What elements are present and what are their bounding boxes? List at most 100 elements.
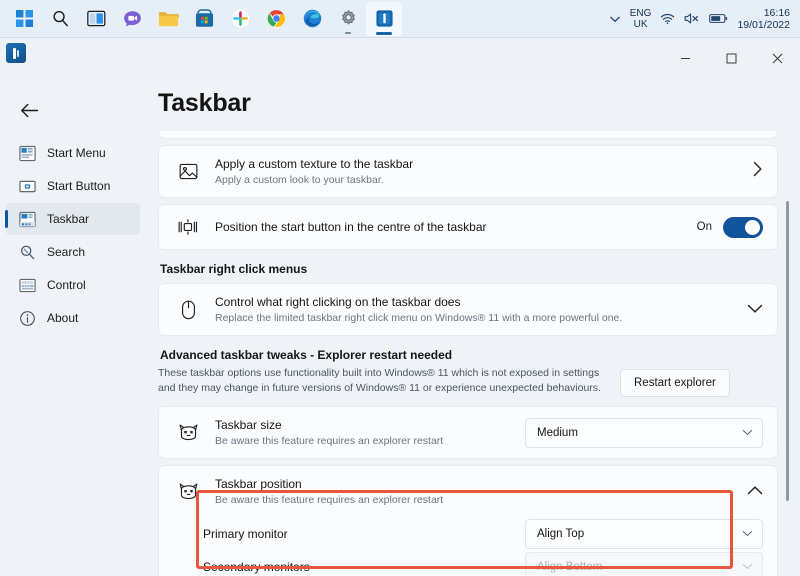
clipped-card-above[interactable] (158, 131, 778, 139)
tray-time: 16:16 (763, 6, 790, 19)
taskbar-search-button[interactable] (42, 2, 78, 36)
explorer-patcher-icon (375, 10, 393, 27)
center-start-text: Position the start button in the centre … (203, 219, 697, 235)
start-menu-icon (18, 144, 36, 162)
chevron-right-icon[interactable] (752, 161, 763, 182)
taskbar-explorer-patcher-button[interactable] (366, 1, 402, 36)
right-click-menu-text: Control what right clicking on the taskb… (203, 294, 747, 325)
card-title: Taskbar size (215, 418, 282, 432)
sidebar-item-taskbar[interactable]: Taskbar (5, 203, 140, 235)
card-subtitle: Be aware this feature requires an explor… (215, 494, 444, 506)
folder-icon (158, 11, 179, 26)
task-view-icon (86, 10, 105, 27)
start-button-icon (18, 177, 36, 195)
taskbar-pinned-items (0, 1, 402, 36)
custom-texture-actions (752, 161, 763, 182)
taskbar-position-actions (747, 483, 763, 501)
taskbar-start-button[interactable] (6, 2, 42, 36)
content-scrollbar[interactable] (786, 201, 789, 570)
close-icon (772, 53, 782, 63)
taskbar-position-rows: Primary monitor Align Top Secondary moni… (159, 517, 777, 576)
select-value: Align Top (537, 527, 585, 540)
primary-monitor-select[interactable]: Align Top (525, 518, 763, 549)
tray-wifi-button[interactable] (660, 13, 675, 25)
window-body: Start Menu Start Button Taskbar Search C… (0, 83, 800, 576)
app-logo-bar-secondary (17, 49, 19, 57)
window-app-icon (6, 43, 26, 63)
settings-scroll-area[interactable]: Apply a custom texture to the taskbar Ap… (148, 131, 800, 576)
taskbar-chat-button[interactable] (114, 2, 150, 36)
maximize-button[interactable] (708, 38, 754, 78)
taskbar-microsoft-store-button[interactable] (186, 2, 222, 36)
image-icon (173, 162, 203, 181)
chat-icon (123, 10, 141, 26)
sidebar: Start Menu Start Button Taskbar Search C… (0, 83, 148, 576)
custom-texture-card[interactable]: Apply a custom texture to the taskbar Ap… (158, 145, 778, 198)
secondary-monitors-label: Secondary monitors (203, 559, 310, 574)
window-titlebar[interactable] (0, 38, 800, 83)
taskbar-size-select[interactable]: Medium (525, 417, 763, 448)
minimize-button[interactable] (662, 38, 708, 78)
sidebar-item-label: Start Button (47, 179, 111, 193)
taskbar-chrome-button[interactable] (258, 2, 294, 36)
sidebar-item-control[interactable]: Control (6, 269, 140, 301)
sidebar-item-start-button[interactable]: Start Button (6, 170, 140, 202)
tray-language-top: ENG (629, 7, 652, 19)
main-content: Taskbar Apply a custom texture to the ta… (148, 83, 800, 576)
control-icon (18, 276, 36, 294)
align-center-icon (173, 218, 203, 236)
chevron-up-icon[interactable] (747, 483, 763, 501)
tray-battery-button[interactable] (709, 13, 728, 24)
restart-explorer-button[interactable]: Restart explorer (620, 369, 730, 397)
center-start-toggle[interactable] (723, 216, 763, 238)
taskbar-position-text: Taskbar position Be aware this feature r… (203, 476, 747, 507)
system-tray: ENG UK 16:16 19/01/2022 (609, 7, 800, 31)
search-icon (52, 10, 68, 27)
taskbar-slack-button[interactable] (222, 2, 258, 36)
card-title: Apply a custom texture to the taskbar (215, 157, 414, 171)
taskbar-file-explorer-button[interactable] (150, 2, 186, 36)
scrollbar-thumb[interactable] (786, 201, 789, 501)
windows-logo-icon (15, 10, 33, 27)
app-logo-bar (13, 47, 16, 59)
taskbar-settings-button[interactable] (330, 2, 366, 36)
card-title: Control what right clicking on the taskb… (215, 295, 461, 309)
tray-language-bottom: UK (633, 18, 648, 30)
cat-icon (173, 423, 203, 442)
taskbar-edge-button[interactable] (294, 2, 330, 36)
chevron-up-tray-icon (609, 16, 620, 23)
tray-clock[interactable]: 16:16 19/01/2022 (737, 7, 790, 31)
card-title: Position the start button in the centre … (215, 220, 487, 234)
chevron-down-icon[interactable] (747, 301, 763, 319)
custom-texture-text: Apply a custom texture to the taskbar Ap… (203, 156, 752, 187)
wifi-icon (660, 13, 675, 24)
right-click-menu-actions (747, 301, 763, 319)
sidebar-item-about[interactable]: About (6, 302, 140, 334)
close-button[interactable] (754, 38, 800, 78)
slack-icon (231, 9, 249, 28)
minimize-icon (680, 57, 690, 59)
screen: ENG UK 16:16 19/01/2022 Start Menu Start… (0, 0, 800, 576)
taskbar-position-header[interactable]: Taskbar position Be aware this feature r… (159, 466, 777, 517)
taskbar-size-card[interactable]: Taskbar size Be aware this feature requi… (158, 406, 778, 459)
center-start-button-card[interactable]: Position the start button in the centre … (158, 204, 778, 250)
tray-volume-button[interactable] (684, 12, 700, 25)
select-value: Align Bottom (537, 560, 603, 573)
taskbar-task-view-button[interactable] (78, 2, 114, 36)
back-button[interactable] (12, 93, 46, 127)
sidebar-item-label: Control (47, 278, 86, 292)
tray-language[interactable]: ENG UK (630, 8, 652, 30)
center-start-actions: On (697, 216, 763, 238)
select-value: Medium (537, 426, 578, 439)
right-click-menu-card[interactable]: Control what right clicking on the taskb… (158, 283, 778, 336)
card-title: Taskbar position (215, 477, 302, 491)
sidebar-item-label: About (47, 311, 79, 325)
toggle-knob (745, 219, 760, 235)
tray-chevron-icon[interactable] (609, 11, 621, 26)
sidebar-item-label: Taskbar (47, 212, 90, 226)
taskbar-size-text: Taskbar size Be aware this feature requi… (203, 417, 525, 448)
sidebar-item-search[interactable]: Search (6, 236, 140, 268)
cat-icon (173, 482, 203, 501)
gear-icon (341, 10, 355, 25)
sidebar-item-start-menu[interactable]: Start Menu (6, 137, 140, 169)
